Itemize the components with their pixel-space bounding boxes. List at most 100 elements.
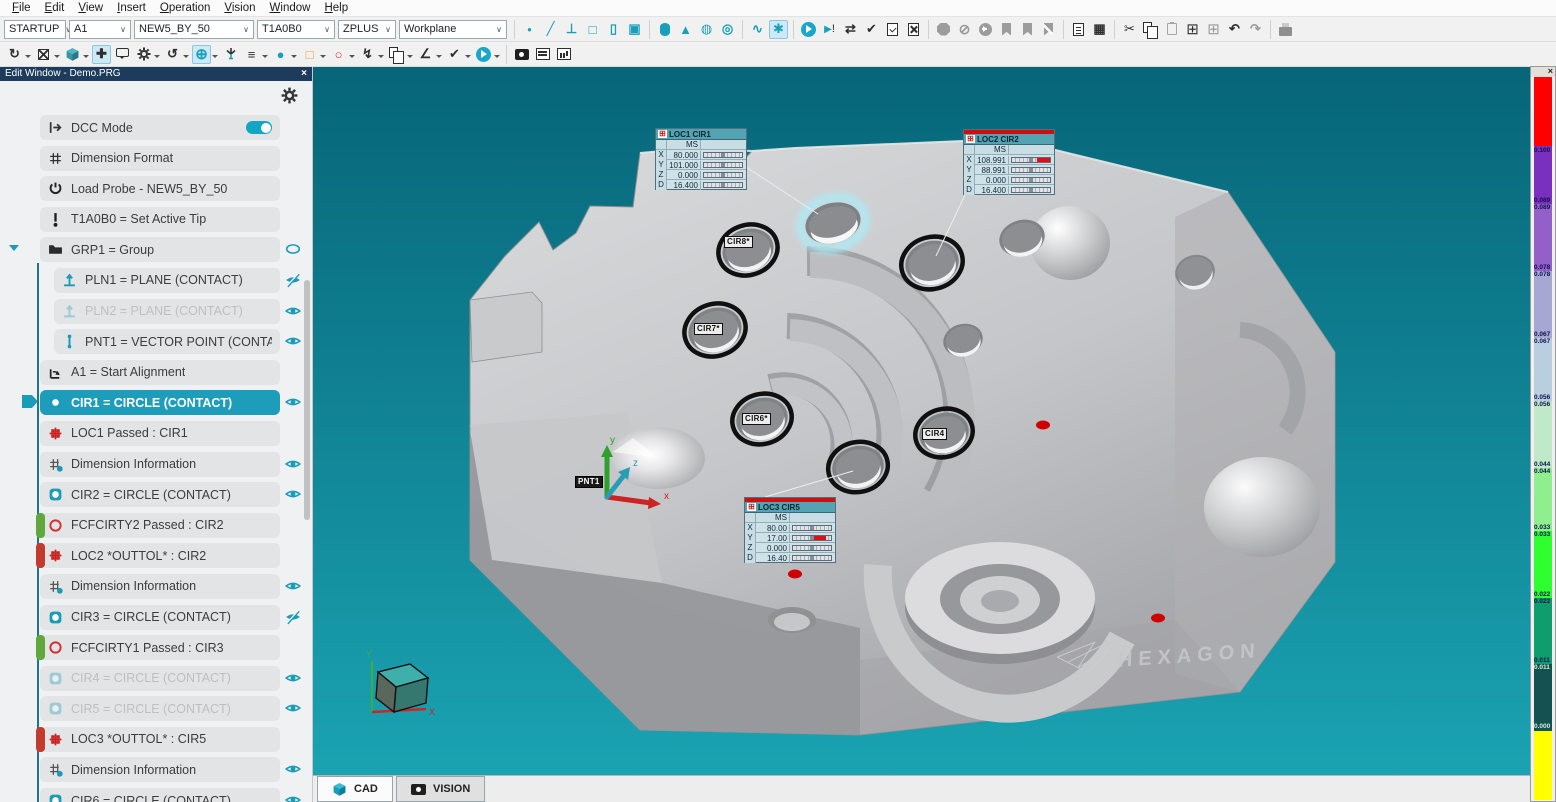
command-item[interactable]: Load Probe - NEW5_BY_50 — [40, 176, 280, 201]
dropdown-caret[interactable] — [436, 55, 442, 61]
visibility-off-icon[interactable] — [284, 609, 302, 625]
feature-label-cir8[interactable]: CIR8* — [724, 236, 753, 248]
command-item[interactable]: LOC2 *OUTTOL* : CIR2 — [40, 543, 280, 568]
probe-mode-icon[interactable] — [221, 45, 240, 64]
visibility-icon[interactable] — [284, 578, 302, 594]
command-item[interactable]: GRP1 = Group — [40, 237, 280, 262]
grid-icon[interactable]: ⊞ — [1204, 20, 1223, 39]
close-icon[interactable]: × — [301, 67, 307, 81]
copy-icon[interactable] — [1141, 20, 1160, 39]
translate-view-icon[interactable]: ⊕ — [192, 45, 211, 64]
report-icon[interactable] — [1069, 20, 1088, 39]
visibility-outline-icon[interactable] — [284, 241, 302, 257]
report-check-icon[interactable] — [883, 20, 902, 39]
menu-window[interactable]: Window — [264, 2, 317, 14]
panel-settings-gear-icon[interactable] — [281, 87, 298, 104]
dropdown-caret[interactable] — [212, 55, 218, 61]
torus-icon[interactable]: ◎ — [718, 20, 737, 39]
report-edit-icon[interactable] — [904, 20, 923, 39]
color-scale-titlebar[interactable]: × — [1531, 67, 1555, 77]
rotate-view-icon[interactable]: ↻ — [5, 45, 24, 64]
bookmark-slash-icon[interactable] — [1039, 20, 1058, 39]
dropdown-caret[interactable] — [407, 55, 413, 61]
path-settings-icon[interactable]: ∠ — [416, 45, 435, 64]
visibility-icon[interactable] — [284, 486, 302, 502]
command-item[interactable]: Dimension Format — [40, 146, 280, 171]
workplane-dropdown[interactable]: Workplane∨ — [399, 20, 507, 39]
bookmark-icon[interactable] — [997, 20, 1016, 39]
feature-label-pnt1[interactable]: PNT1 — [575, 476, 603, 488]
redo-icon[interactable]: ↷ — [1246, 20, 1265, 39]
command-item[interactable]: T1A0B0 = Set Active Tip — [40, 207, 280, 232]
execute-icon[interactable] — [799, 20, 818, 39]
slot-tool-icon[interactable]: □ — [300, 45, 319, 64]
tip-dropdown[interactable]: T1A0B0∨ — [257, 20, 335, 39]
dropdown-caret[interactable] — [465, 55, 471, 61]
dimension-table-loc3[interactable]: ⊞LOC3 CIR5 MS X80.00 Y17.00 Z0.000 D16.4… — [744, 497, 836, 563]
sphere-icon[interactable]: ◍ — [697, 20, 716, 39]
paste-icon[interactable] — [1162, 20, 1181, 39]
dropdown-caret[interactable] — [262, 55, 268, 61]
dropdown-caret[interactable] — [291, 55, 297, 61]
stop-icon[interactable] — [934, 20, 953, 39]
round-slot-icon[interactable]: ▯ — [604, 20, 623, 39]
hole-feature[interactable] — [768, 607, 816, 633]
sphere-tool-icon[interactable]: ● — [271, 45, 290, 64]
active-alignment-dropdown[interactable]: A1∨ — [69, 20, 131, 39]
command-item[interactable]: PLN2 = PLANE (CONTACT) — [54, 299, 280, 324]
dropdown-caret[interactable] — [320, 55, 326, 61]
execute-from-cursor-icon[interactable]: ▶! — [820, 20, 839, 39]
command-item[interactable]: FCFCIRTY1 Passed : CIR3 — [40, 635, 280, 660]
plane-icon[interactable]: ⊥ — [562, 20, 581, 39]
visibility-icon[interactable] — [284, 792, 302, 802]
curve-icon[interactable]: ∿ — [748, 20, 767, 39]
feature-label-cir4[interactable]: CIR4 — [922, 428, 947, 440]
dimension-table-loc2[interactable]: ⊞LOC2 CIR2 MS X108.991 Y88.991 Z0.000 D1… — [963, 129, 1055, 195]
no-entry-icon[interactable]: ⊘ — [955, 20, 974, 39]
command-item[interactable]: Dimension Information — [40, 574, 280, 599]
undo-icon[interactable]: ↶ — [1225, 20, 1244, 39]
command-item[interactable]: CIR1 = CIRCLE (CONTACT) — [40, 390, 280, 415]
probe-dropdown[interactable]: NEW5_BY_50∨ — [134, 20, 254, 39]
menu-edit[interactable]: Edit — [39, 2, 71, 14]
point-icon[interactable]: ● — [520, 20, 539, 39]
menu-view[interactable]: View — [72, 2, 109, 14]
duplicate-view-icon[interactable] — [387, 45, 406, 64]
menu-insert[interactable]: Insert — [111, 2, 152, 14]
feature-label-cir6[interactable]: CIR6* — [742, 413, 771, 425]
annotation-icon[interactable] — [113, 45, 132, 64]
command-item[interactable]: DCC Mode — [40, 115, 280, 140]
menu-vision[interactable]: Vision — [218, 2, 261, 14]
dropdown-caret[interactable] — [54, 55, 60, 61]
wireframe-view-icon[interactable] — [34, 45, 53, 64]
command-item[interactable]: CIR2 = CIRCLE (CONTACT) — [40, 482, 280, 507]
rotate-2d-icon[interactable]: ↺ — [163, 45, 182, 64]
visibility-icon[interactable] — [284, 456, 302, 472]
dcc-toggle[interactable] — [246, 121, 272, 134]
cylinder-icon[interactable] — [655, 20, 674, 39]
tab-vision[interactable]: VISION — [396, 776, 485, 802]
sphere-feature[interactable] — [1204, 457, 1320, 557]
command-item[interactable]: CIR4 = CIRCLE (CONTACT) — [40, 666, 280, 691]
command-item[interactable]: Dimension Information — [40, 757, 280, 782]
goto-icon[interactable] — [976, 20, 995, 39]
feature-label-cir7[interactable]: CIR7* — [694, 323, 723, 335]
square-slot-icon[interactable]: ▣ — [625, 20, 644, 39]
sidebar-scrollbar[interactable] — [304, 280, 310, 520]
edit-window-titlebar[interactable]: Edit Window - Demo.PRG × — [0, 67, 312, 81]
settings-gears-icon[interactable] — [134, 45, 153, 64]
cone-icon[interactable]: ▲ — [676, 20, 695, 39]
grid-settings-icon[interactable]: ⊞ — [1183, 20, 1202, 39]
circle-tool-icon[interactable]: ○ — [329, 45, 348, 64]
chart-window-icon[interactable] — [554, 45, 573, 64]
print-icon[interactable] — [1276, 20, 1295, 39]
dropdown-caret[interactable] — [378, 55, 384, 61]
command-item[interactable]: CIR3 = CIRCLE (CONTACT) — [40, 605, 280, 630]
dropdown-caret[interactable] — [349, 55, 355, 61]
done-check-icon[interactable]: ✔ — [862, 20, 881, 39]
circle-icon[interactable]: □ — [583, 20, 602, 39]
command-item[interactable]: Dimension Information — [40, 452, 280, 477]
cut-icon[interactable]: ✂ — [1120, 20, 1139, 39]
bookmark-arrow-icon[interactable] — [1018, 20, 1037, 39]
cone-feature[interactable] — [611, 427, 705, 489]
